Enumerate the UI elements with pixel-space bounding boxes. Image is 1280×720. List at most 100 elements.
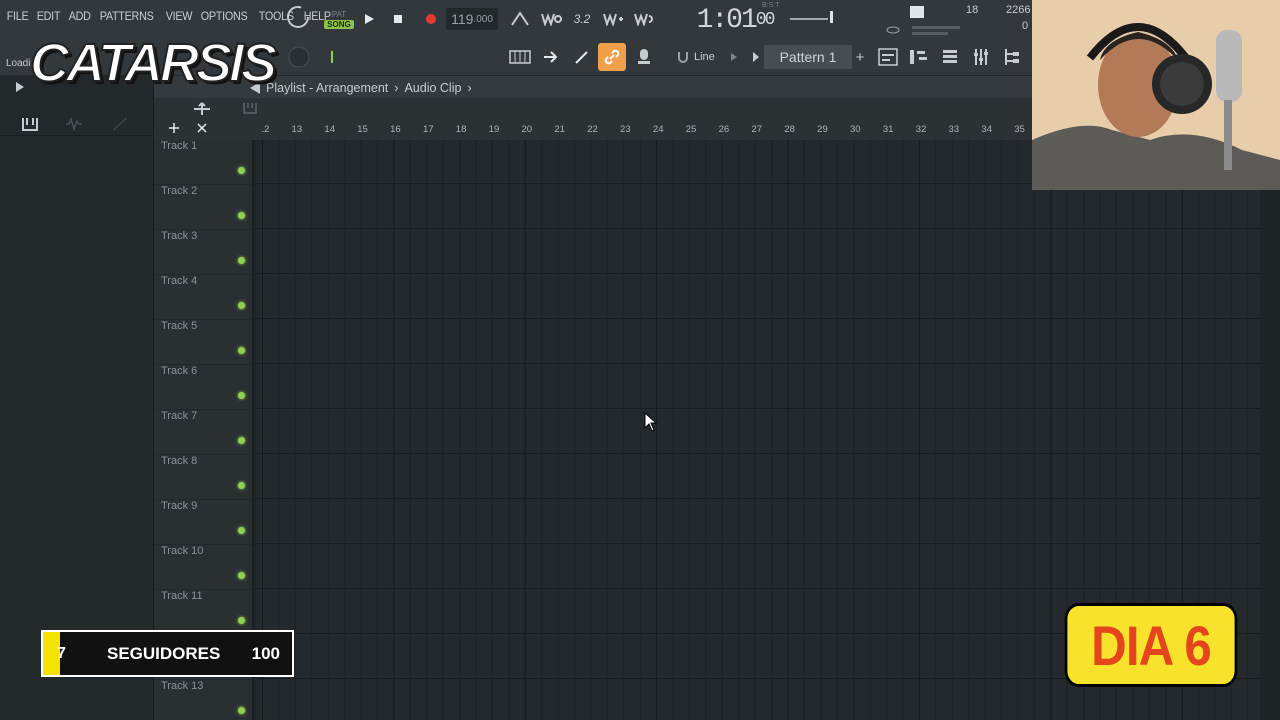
track-mute-led-icon[interactable] xyxy=(238,212,245,219)
link-button[interactable] xyxy=(598,43,626,71)
main-volume-knob[interactable] xyxy=(286,44,312,70)
track-name: Track 7 xyxy=(161,410,198,422)
track-header[interactable]: Track 8 xyxy=(154,455,252,500)
countdown-button[interactable]: 3.2 xyxy=(570,8,594,30)
menu-view[interactable]: VIEW xyxy=(163,9,195,27)
draw-tool-button[interactable] xyxy=(570,46,594,68)
pattern-prev-icon[interactable] xyxy=(752,51,760,63)
track-mute-led-icon[interactable] xyxy=(238,617,245,624)
track-mute-led-icon[interactable] xyxy=(238,482,245,489)
timeline-ruler[interactable]: 12 13 14 15 16 17 18 19 20 21 22 23 24 25 26 27 28 29 30 31… xyxy=(262,118,1032,138)
step-edit-button[interactable] xyxy=(601,8,625,30)
tempo-value: 119 xyxy=(451,11,474,27)
track-header[interactable]: Track 13 xyxy=(154,680,252,720)
track-header[interactable]: Track 11 xyxy=(154,590,252,635)
browser-automation-icon[interactable] xyxy=(108,114,132,134)
clip-type[interactable]: Audio Clip xyxy=(404,81,461,95)
hint-spinner-icon xyxy=(286,6,310,28)
tempo-decimals: .000 xyxy=(473,13,493,25)
pat-song-toggle[interactable]: PAT SONG xyxy=(324,5,354,33)
master-volume-slider[interactable] xyxy=(790,10,836,24)
ruler-tick-label: 25 xyxy=(686,124,697,135)
snap-select[interactable]: Line xyxy=(678,47,738,67)
ruler-tick-label: 16 xyxy=(390,124,401,135)
browser-collapse-icon[interactable] xyxy=(14,80,26,94)
brush-icon xyxy=(575,51,588,64)
track-mute-led-icon[interactable] xyxy=(238,527,245,534)
song-label: SONG xyxy=(324,19,354,29)
webcam-image xyxy=(1032,0,1280,190)
piano-roll-view-button[interactable] xyxy=(907,46,931,68)
menu-options[interactable]: OPTIONS xyxy=(198,9,250,27)
tempo-display[interactable]: 119.000 xyxy=(446,8,498,30)
track-header[interactable]: Track 2 xyxy=(154,185,252,230)
record-button[interactable] xyxy=(419,8,443,30)
ruler-tick-label: 13 xyxy=(292,124,303,135)
menu-edit[interactable]: EDIT xyxy=(34,9,63,27)
step-edit-icon xyxy=(603,13,623,26)
loop-record-button[interactable] xyxy=(632,8,656,30)
metronome-button[interactable] xyxy=(508,8,532,30)
main-pitch-knob[interactable] xyxy=(324,50,340,64)
track-header[interactable]: Track 4 xyxy=(154,275,252,320)
pattern-name: Pattern 1 xyxy=(779,49,837,65)
track-mute-led-icon[interactable] xyxy=(238,347,245,354)
audio-input-button[interactable] xyxy=(632,46,656,68)
track-header[interactable]: Track 7 xyxy=(154,410,252,455)
ruler-tick-label: 27 xyxy=(751,124,762,135)
cpu-value-b: 2266 xyxy=(1006,4,1031,16)
arrow-forward-button[interactable] xyxy=(539,46,563,68)
ruler-tick-label: 29 xyxy=(817,124,828,135)
track-mute-led-icon[interactable] xyxy=(238,392,245,399)
mouse-cursor-icon xyxy=(644,412,658,432)
zoom-icon[interactable] xyxy=(192,100,212,118)
add-pattern-button[interactable]: + xyxy=(852,48,868,66)
followers-goal: 100 xyxy=(251,643,280,663)
magnet-icon xyxy=(678,52,688,63)
time-sub: 00 xyxy=(755,10,776,30)
channel-rack-button[interactable] xyxy=(938,46,962,68)
fl-studio-window: FILE EDIT ADD PATTERNS VIEW OPTIONS TOOL… xyxy=(0,0,1280,720)
menu-add[interactable]: ADD xyxy=(66,9,93,27)
track-mute-led-icon[interactable] xyxy=(238,437,245,444)
track-name: Track 8 xyxy=(161,455,198,467)
menu-patterns[interactable]: PATTERNS xyxy=(97,9,156,27)
track-name: Track 13 xyxy=(161,680,204,692)
piano-roll-button[interactable] xyxy=(508,46,532,68)
browser-button[interactable] xyxy=(1000,46,1024,68)
track-mute-led-icon[interactable] xyxy=(238,167,245,174)
delete-track-button[interactable] xyxy=(194,120,210,136)
playlist-piano-icon[interactable] xyxy=(242,100,258,116)
track-header[interactable]: Track 5 xyxy=(154,320,252,365)
mixer-button[interactable] xyxy=(969,46,993,68)
track-name: Track 11 xyxy=(161,590,203,602)
track-header[interactable]: Track 10 xyxy=(154,545,252,590)
ruler-tick-label: 20 xyxy=(522,124,533,135)
metronome-icon xyxy=(511,11,529,26)
ruler-tick-label: 14 xyxy=(324,124,335,135)
track-header[interactable]: Track 1 xyxy=(154,140,252,185)
track-name: Track 5 xyxy=(161,320,198,332)
play-icon xyxy=(365,14,374,24)
ruler-tick-label: 31 xyxy=(883,124,894,135)
browser-waveform-icon[interactable] xyxy=(62,114,86,134)
close-icon xyxy=(197,123,207,133)
add-track-button[interactable] xyxy=(166,120,182,136)
menu-file[interactable]: FILE xyxy=(4,9,31,27)
playlist-view-button[interactable] xyxy=(876,46,900,68)
track-mute-led-icon[interactable] xyxy=(238,302,245,309)
catarsis-logo: CATARSIS xyxy=(29,32,278,94)
vertical-scrollbar[interactable] xyxy=(1260,98,1280,720)
track-header[interactable]: Track 6 xyxy=(154,365,252,410)
track-mute-led-icon[interactable] xyxy=(238,257,245,264)
track-header[interactable]: Track 3 xyxy=(154,230,252,275)
track-mute-led-icon[interactable] xyxy=(238,572,245,579)
browser-piano-icon[interactable] xyxy=(18,114,42,134)
wait-input-button[interactable] xyxy=(539,8,563,30)
pattern-selector[interactable]: Pattern 1 xyxy=(764,45,852,69)
stop-button[interactable] xyxy=(386,8,410,30)
track-mute-led-icon[interactable] xyxy=(238,707,245,714)
track-header[interactable]: Track 9 xyxy=(154,500,252,545)
play-button[interactable] xyxy=(357,8,381,30)
master-pitch-icon xyxy=(884,24,902,36)
